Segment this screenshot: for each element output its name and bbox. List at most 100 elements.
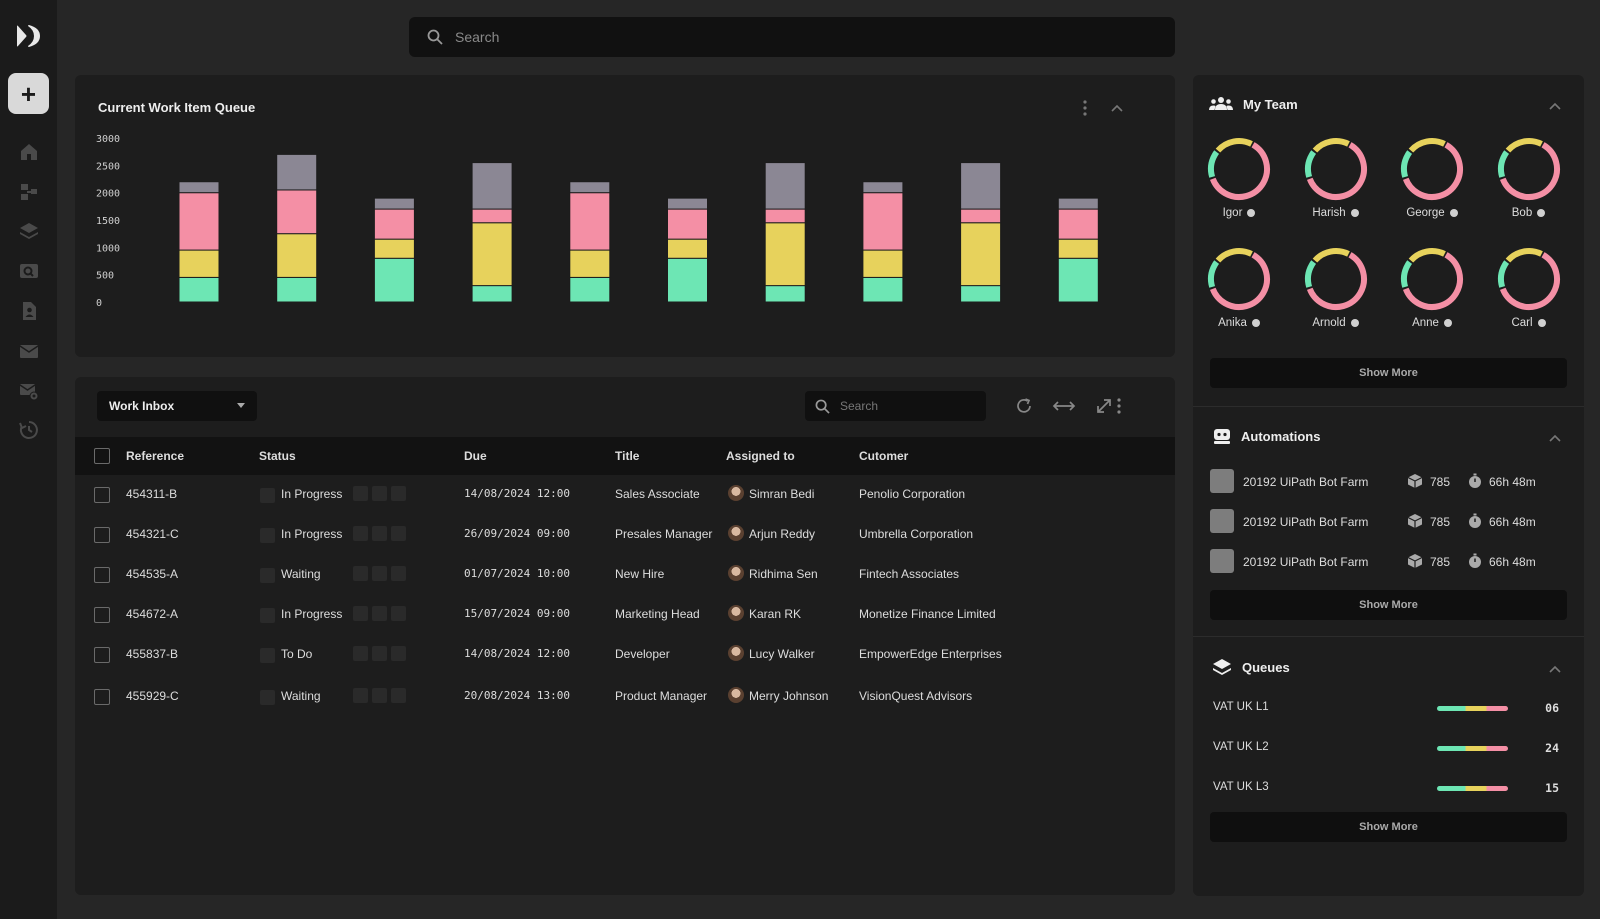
search-window-icon[interactable] <box>17 259 41 283</box>
team-member[interactable]: Igor <box>1199 135 1279 221</box>
table-row[interactable]: 455929-C Waiting 20/08/2024 13:00 Produc… <box>75 677 1175 717</box>
column-reference[interactable]: Reference <box>126 449 184 463</box>
bar-segment[interactable] <box>471 162 513 210</box>
bar-segment[interactable] <box>764 222 806 287</box>
queues-show-more-button[interactable]: Show More <box>1210 812 1567 842</box>
row-checkbox[interactable] <box>94 487 110 503</box>
bar-segment[interactable] <box>276 153 318 191</box>
team-member[interactable]: George <box>1392 135 1472 221</box>
status-action-3[interactable] <box>391 688 406 703</box>
bar-segment[interactable] <box>960 208 1002 224</box>
bar-segment[interactable] <box>373 197 415 210</box>
bar-segment[interactable] <box>373 257 415 303</box>
bar-segment[interactable] <box>373 238 415 259</box>
column-due[interactable]: Due <box>464 449 487 463</box>
hierarchy-icon[interactable] <box>17 180 41 204</box>
bar-segment[interactable] <box>373 208 415 240</box>
select-all-checkbox[interactable] <box>94 448 110 464</box>
bar-segment[interactable] <box>1057 197 1099 210</box>
status-action-1[interactable] <box>353 566 368 581</box>
row-checkbox[interactable] <box>94 689 110 705</box>
status-action-3[interactable] <box>391 646 406 661</box>
inbox-search-input[interactable] <box>840 399 970 413</box>
queue-item[interactable]: VAT UK L1 06 <box>1210 699 1567 719</box>
logo-icon[interactable] <box>14 22 42 50</box>
bar-segment[interactable] <box>178 181 220 194</box>
layers-icon[interactable] <box>17 219 41 243</box>
table-row[interactable]: 454311-B In Progress 14/08/2024 12:00 Sa… <box>75 475 1175 515</box>
bar-segment[interactable] <box>569 249 611 278</box>
queue-item[interactable]: VAT UK L3 15 <box>1210 779 1567 799</box>
status-action-3[interactable] <box>391 606 406 621</box>
bar-segment[interactable] <box>862 192 904 251</box>
status-action-1[interactable] <box>353 606 368 621</box>
team-member[interactable]: Arnold <box>1296 245 1376 331</box>
team-member[interactable]: Anika <box>1199 245 1279 331</box>
global-search-input[interactable] <box>455 29 1135 45</box>
status-action-1[interactable] <box>353 526 368 541</box>
bar-segment[interactable] <box>960 285 1002 303</box>
bar-segment[interactable] <box>1057 238 1099 259</box>
table-row[interactable]: 455837-B To Do 14/08/2024 12:00 Develope… <box>75 635 1175 675</box>
bar-segment[interactable] <box>178 249 220 278</box>
column-status[interactable]: Status <box>259 449 296 463</box>
inbox-search[interactable] <box>805 391 986 421</box>
bar-segment[interactable] <box>667 238 708 259</box>
bar-segment[interactable] <box>471 222 513 287</box>
status-action-2[interactable] <box>372 566 387 581</box>
bar-segment[interactable] <box>667 208 708 240</box>
bar-segment[interactable] <box>764 162 806 210</box>
bar-segment[interactable] <box>569 181 611 194</box>
row-checkbox[interactable] <box>94 527 110 543</box>
status-action-2[interactable] <box>372 688 387 703</box>
status-action-2[interactable] <box>372 646 387 661</box>
kebab-menu-icon[interactable] <box>1108 395 1130 417</box>
collapse-chevron-icon[interactable] <box>1548 662 1562 676</box>
collapse-chevron-icon[interactable] <box>1548 431 1562 445</box>
inbox-selector[interactable]: Work Inbox <box>97 391 257 421</box>
bar-segment[interactable] <box>960 222 1002 287</box>
collapse-chevron-icon[interactable] <box>1548 99 1562 113</box>
team-member[interactable]: Bob <box>1489 135 1569 221</box>
status-action-3[interactable] <box>391 526 406 541</box>
bar-segment[interactable] <box>1057 208 1099 240</box>
bar-segment[interactable] <box>276 189 318 235</box>
expand-width-icon[interactable] <box>1051 395 1077 417</box>
bar-segment[interactable] <box>276 276 318 303</box>
status-action-2[interactable] <box>372 526 387 541</box>
add-button[interactable]: + <box>8 73 49 114</box>
status-action-2[interactable] <box>372 486 387 501</box>
bar-segment[interactable] <box>667 197 708 210</box>
bar-segment[interactable] <box>862 181 904 194</box>
automation-item[interactable]: 20192 UiPath Bot Farm 785 66h 48m <box>1210 509 1567 535</box>
status-action-3[interactable] <box>391 486 406 501</box>
bar-segment[interactable] <box>862 249 904 278</box>
column-title[interactable]: Title <box>615 449 639 463</box>
bar-segment[interactable] <box>276 233 318 278</box>
mail-settings-icon[interactable] <box>17 379 41 403</box>
status-action-2[interactable] <box>372 606 387 621</box>
team-show-more-button[interactable]: Show More <box>1210 358 1567 388</box>
automation-item[interactable]: 20192 UiPath Bot Farm 785 66h 48m <box>1210 469 1567 495</box>
bar-segment[interactable] <box>764 208 806 224</box>
column-customer[interactable]: Cutomer <box>859 449 908 463</box>
bar-segment[interactable] <box>471 285 513 303</box>
bar-segment[interactable] <box>862 276 904 303</box>
team-member[interactable]: Harish <box>1296 135 1376 221</box>
bar-segment[interactable] <box>569 192 611 251</box>
status-action-3[interactable] <box>391 566 406 581</box>
mail-icon[interactable] <box>17 339 41 363</box>
row-checkbox[interactable] <box>94 647 110 663</box>
bar-segment[interactable] <box>667 257 708 303</box>
bar-segment[interactable] <box>178 192 220 251</box>
team-member[interactable]: Anne <box>1392 245 1472 331</box>
history-icon[interactable] <box>17 418 41 442</box>
document-icon[interactable] <box>17 299 41 323</box>
global-search[interactable] <box>409 17 1175 57</box>
table-row[interactable]: 454535-A Waiting 01/07/2024 10:00 New Hi… <box>75 555 1175 595</box>
bar-segment[interactable] <box>178 276 220 303</box>
row-checkbox[interactable] <box>94 567 110 583</box>
bar-segment[interactable] <box>960 162 1002 210</box>
bar-segment[interactable] <box>471 208 513 224</box>
table-row[interactable]: 454321-C In Progress 26/09/2024 09:00 Pr… <box>75 515 1175 555</box>
